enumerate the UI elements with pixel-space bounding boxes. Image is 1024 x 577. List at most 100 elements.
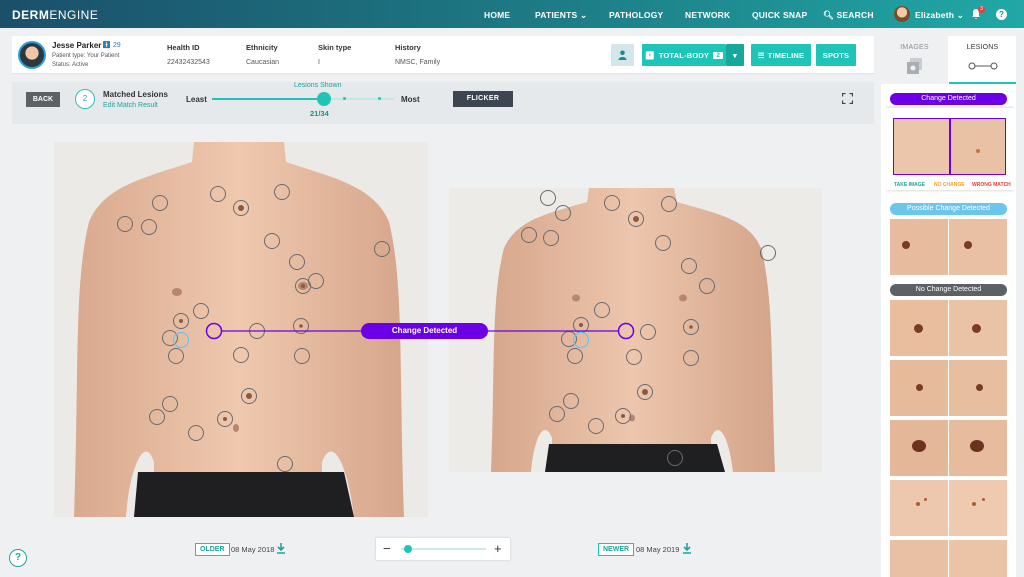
lesion-thumbnail-mole — [976, 384, 983, 391]
person-icon: 🚹︎ — [102, 42, 111, 49]
flicker-button[interactable]: FLICKER — [453, 91, 513, 107]
section-possible-change: Possible Change Detected — [890, 203, 1007, 215]
body-icon: 🚹︎ — [644, 50, 655, 60]
tab-images[interactable]: IMAGES — [881, 36, 948, 84]
total-body-button[interactable]: 🚹︎ TOTAL-BODY 2 — [642, 44, 726, 66]
lesion-thumbnail-mole — [916, 384, 923, 391]
nav-network[interactable]: NETWORK — [685, 10, 730, 20]
help-icon[interactable]: ? — [996, 9, 1007, 20]
take-image-action[interactable]: TAKE IMAGE — [894, 182, 925, 188]
section-change-detected: Change Detected — [890, 93, 1007, 105]
unchanged-lesion-pair[interactable] — [890, 360, 1007, 416]
images-icon — [907, 58, 922, 74]
health-id-value: 22432432543 — [167, 59, 210, 66]
patient-info-bar: Jesse Parker 🚹︎ 29 Patient type: Your Pa… — [12, 36, 874, 74]
edit-match-result-link[interactable]: Edit Match Result — [103, 102, 158, 109]
person-icon — [618, 50, 627, 60]
patient-avatar — [18, 41, 46, 69]
notification-badge: 3 — [978, 6, 985, 13]
older-date: 08 May 2018 — [231, 545, 275, 554]
app-logo[interactable]: DERMENGINE — [12, 8, 98, 22]
unchanged-lesion-pair[interactable] — [890, 480, 1007, 536]
nav-search[interactable]: 🔍︎ SEARCH — [823, 10, 874, 21]
lesion-side-panel: IMAGES LESIONS Change Detected TAKE IMAG… — [881, 36, 1016, 577]
lesion-thumbnail-mole — [924, 498, 927, 501]
download-icon[interactable] — [276, 543, 286, 554]
search-icon: 🔍︎ — [823, 10, 834, 20]
patient-name[interactable]: Jesse Parker — [52, 41, 101, 50]
slider-tick — [342, 97, 346, 100]
nav-patients[interactable]: PATIENTS ⌄ — [535, 10, 587, 21]
zoom-out-button[interactable]: − — [383, 541, 391, 556]
zoom-control: − + — [376, 538, 510, 560]
no-change-action[interactable]: NO CHANGE — [934, 182, 965, 188]
history-label: History — [395, 43, 421, 52]
patient-age: 🚹︎ 29 — [102, 42, 121, 49]
ethnicity-label: Ethnicity — [246, 43, 278, 52]
changed-lesion-pair[interactable] — [893, 118, 1006, 175]
comparison-controls: BACK 2 Matched Lesions Edit Match Result… — [12, 82, 874, 124]
chevron-down-icon: ⌄ — [956, 10, 965, 20]
history-value: NMSC, Family — [395, 59, 441, 66]
unchanged-lesion-pair[interactable] — [890, 540, 1007, 577]
newer-tag: NEWER — [598, 543, 635, 556]
patient-type: Patient type: Your Patient — [52, 53, 120, 59]
newer-date: 08 May 2019 — [636, 545, 680, 554]
patient-status: Status: Active — [52, 62, 89, 68]
chevron-down-icon: ⌄ — [579, 10, 588, 20]
zoom-slider-track[interactable] — [401, 548, 486, 550]
total-body-count: 2 — [713, 51, 724, 59]
patient-profile-button[interactable] — [611, 44, 634, 66]
selected-lesion-card[interactable]: TAKE IMAGE NO CHANGE WRONG MATCH — [886, 108, 1014, 190]
nav-pathology[interactable]: PATHOLOGY — [609, 10, 663, 20]
zoom-in-button[interactable]: + — [494, 541, 502, 556]
lesions-shown-slider-fill — [212, 98, 325, 100]
lesion-thumbnail-mole — [964, 241, 972, 249]
timeline-button[interactable]: ☰ TIMELINE — [751, 44, 811, 66]
change-detected-label[interactable]: Change Detected — [361, 323, 488, 339]
health-id-label: Health ID — [167, 43, 200, 52]
lesion-thumbnail-mole — [970, 440, 984, 452]
newer-body-photo[interactable] — [449, 188, 822, 472]
lesion-thumbnail-mole — [972, 502, 976, 506]
skin-type-label: Skin type — [318, 43, 352, 52]
lesion-thumbnail-mole — [976, 149, 980, 153]
unchanged-lesion-pair[interactable] — [890, 300, 1007, 356]
download-icon[interactable] — [682, 543, 692, 554]
fullscreen-icon[interactable] — [842, 93, 853, 104]
wrong-match-action[interactable]: WRONG MATCH — [972, 182, 1011, 188]
user-menu[interactable]: Elizabeth ⌄ — [915, 10, 964, 21]
lesions-shown-count: 21/34 — [310, 109, 329, 118]
possible-lesion-pair[interactable] — [890, 219, 1007, 275]
lesion-compare-icon — [968, 62, 998, 70]
lesion-list: Change Detected TAKE IMAGE NO CHANGE WRO… — [886, 90, 1014, 577]
zoom-slider-thumb[interactable] — [404, 545, 413, 553]
user-avatar[interactable] — [894, 6, 910, 22]
lesions-shown-label: Lesions Shown — [294, 82, 342, 89]
slider-tick — [377, 97, 381, 100]
back-button[interactable]: BACK — [26, 92, 60, 107]
lesions-shown-slider-thumb[interactable] — [317, 92, 332, 106]
nav-home[interactable]: HOME — [484, 10, 510, 20]
lesion-thumbnail-mole — [982, 498, 985, 501]
nav-quick-snap[interactable]: QUICK SNAP — [752, 10, 807, 20]
matched-lesions-label: Matched Lesions — [103, 90, 168, 99]
top-navigation-bar: DERMENGINE HOME PATIENTS ⌄ PATHOLOGY NET… — [0, 0, 1024, 28]
slider-least-label: Least — [186, 95, 207, 104]
lesion-thumbnail-mole — [902, 241, 910, 249]
lesion-thumbnail-mole — [914, 324, 923, 333]
help-button[interactable]: ? — [9, 549, 27, 567]
matched-lesions-count: 2 — [75, 89, 95, 109]
older-tag: OLDER — [195, 543, 230, 556]
timeline-icon: ☰ — [757, 50, 765, 60]
tab-lesions[interactable]: LESIONS — [949, 36, 1016, 84]
lesion-thumbnail-mole — [912, 440, 926, 452]
skin-type-value: I — [318, 59, 320, 66]
total-body-dropdown[interactable]: ▾ — [726, 44, 744, 66]
spots-button[interactable]: SPOTS — [816, 44, 856, 66]
ethnicity-value: Caucasian — [246, 59, 280, 66]
lesion-thumbnail-mole — [916, 502, 920, 506]
caret-down-icon: ▾ — [733, 50, 737, 60]
unchanged-lesion-pair[interactable] — [890, 420, 1007, 476]
lesion-thumbnail-mole — [972, 324, 981, 333]
